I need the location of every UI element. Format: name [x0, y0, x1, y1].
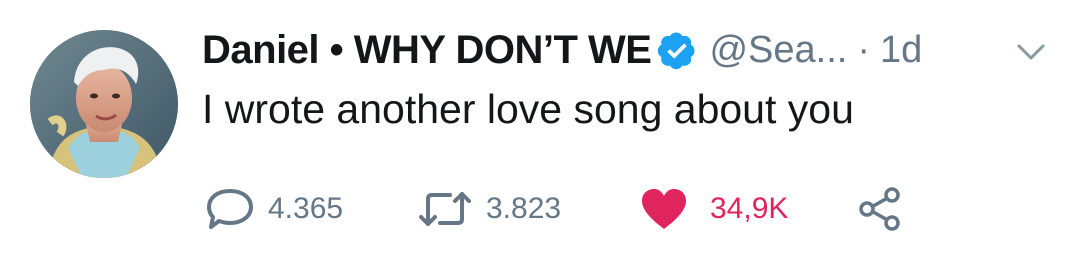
verified-badge-icon: [657, 30, 697, 70]
retweet-button[interactable]: 3.823: [418, 186, 561, 232]
chevron-down-icon[interactable]: [1014, 40, 1048, 64]
like-count: 34,9K: [710, 192, 789, 225]
separator-dot: ·: [857, 28, 870, 71]
avatar-image: [30, 30, 178, 178]
tweet-card[interactable]: Daniel • WHY DON’T WE @Sea... · 1d I wro…: [0, 0, 1080, 258]
share-icon: [858, 187, 902, 231]
reply-bubble-icon: [206, 188, 254, 230]
like-button[interactable]: 34,9K: [640, 186, 788, 232]
share-button[interactable]: [858, 186, 902, 232]
tweet-header: Daniel • WHY DON’T WE @Sea... · 1d: [202, 24, 922, 76]
avatar[interactable]: [30, 30, 178, 178]
heart-icon: [640, 187, 688, 231]
timestamp[interactable]: 1d: [880, 29, 922, 72]
display-name[interactable]: Daniel • WHY DON’T WE: [202, 28, 652, 73]
tweet-text: I wrote another love song about you: [202, 86, 854, 132]
user-handle[interactable]: @Sea...: [709, 29, 847, 72]
reply-count: 4.365: [268, 192, 344, 225]
retweet-icon: [418, 190, 472, 228]
retweet-count: 3.823: [486, 192, 562, 225]
reply-button[interactable]: 4.365: [206, 186, 343, 232]
